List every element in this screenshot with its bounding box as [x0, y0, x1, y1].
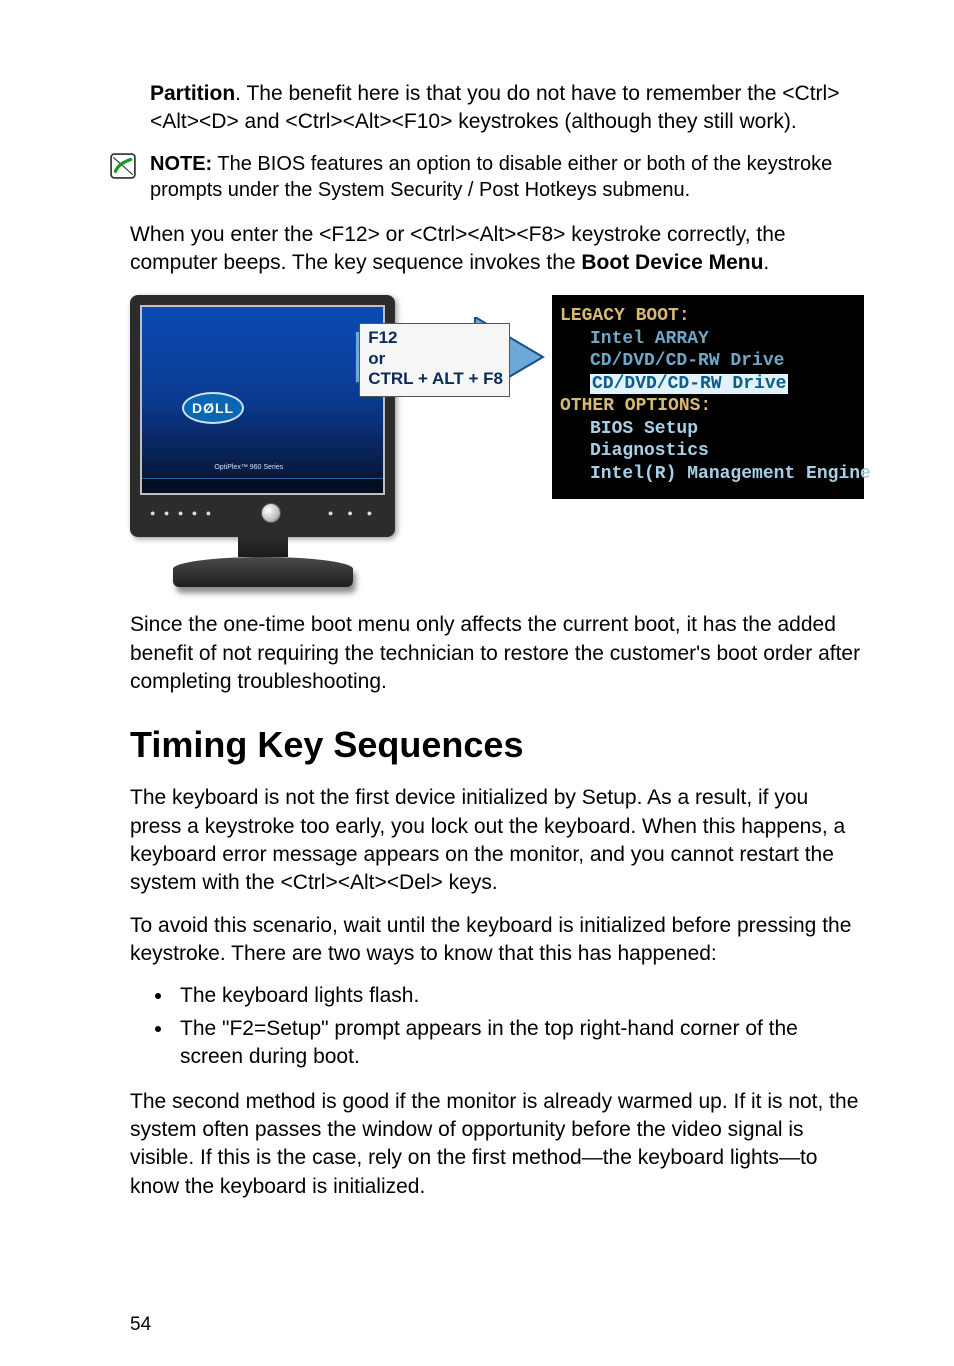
- note-icon: [110, 153, 136, 179]
- timing-para1: The keyboard is not the first device ini…: [130, 784, 864, 897]
- boot-item-cd2: CD/DVD/CD-RW Drive: [560, 373, 860, 396]
- boot-device-menu: LEGACY BOOT: Intel ARRAY CD/DVD/CD-RW Dr…: [552, 295, 864, 499]
- partition-label: Partition: [150, 82, 235, 105]
- key-or: or: [368, 349, 503, 369]
- screen-model-text: OptiPlex™ 960 Series: [214, 464, 283, 471]
- bezel-dots-right: ● ● ●: [328, 508, 375, 518]
- figure-row: DØLL OptiPlex™ 960 Series ● ● ● ● ● ● ● …: [130, 295, 864, 583]
- after-figure-paragraph: Since the one-time boot menu only affect…: [130, 611, 864, 696]
- boot-item-cd1: CD/DVD/CD-RW Drive: [560, 350, 860, 373]
- bullet-1: The keyboard lights flash.: [174, 982, 864, 1010]
- note-text: NOTE: The BIOS features an option to dis…: [150, 151, 864, 203]
- boot-opt-intel-me: Intel(R) Management Engine: [560, 463, 860, 486]
- partition-text: . The benefit here is that you do not ha…: [150, 82, 839, 133]
- bullet-2: The "F2=Setup" prompt appears in the top…: [174, 1015, 864, 1072]
- partition-paragraph: Partition. The benefit here is that you …: [130, 80, 864, 137]
- timing-para3: The second method is good if the monitor…: [130, 1088, 864, 1201]
- boot-opt-diag: Diagnostics: [560, 440, 860, 463]
- bullet-list: The keyboard lights flash. The "F2=Setup…: [130, 982, 864, 1071]
- dell-logo: DØLL: [182, 392, 244, 424]
- boot-opt-bios: BIOS Setup: [560, 418, 860, 441]
- legacy-boot-title: LEGACY BOOT:: [560, 305, 860, 328]
- key-combo: CTRL + ALT + F8: [368, 369, 503, 389]
- note-block: NOTE: The BIOS features an option to dis…: [130, 151, 864, 203]
- enter-paragraph: When you enter the <F12> or <Ctrl><Alt><…: [130, 221, 864, 278]
- boot-item-intel-array: Intel ARRAY: [560, 328, 860, 351]
- note-label: NOTE:: [150, 153, 212, 175]
- enter-post: .: [763, 251, 769, 274]
- other-options-title: OTHER OPTIONS:: [560, 395, 860, 418]
- enter-bold: Boot Device Menu: [581, 251, 763, 274]
- keystroke-label-box: F12 or CTRL + ALT + F8: [359, 323, 510, 396]
- timing-para2: To avoid this scenario, wait until the k…: [130, 912, 864, 969]
- arrow-with-label: F12 or CTRL + ALT + F8: [355, 317, 552, 402]
- page-number: 54: [130, 1314, 151, 1336]
- bezel-button: [261, 503, 281, 523]
- section-heading: Timing Key Sequences: [130, 724, 864, 766]
- boot-item-highlight: CD/DVD/CD-RW Drive: [590, 374, 788, 394]
- note-body: The BIOS features an option to disable e…: [150, 153, 832, 201]
- key-f12: F12: [368, 328, 503, 348]
- bezel-dots-left: ● ● ● ● ●: [150, 508, 214, 518]
